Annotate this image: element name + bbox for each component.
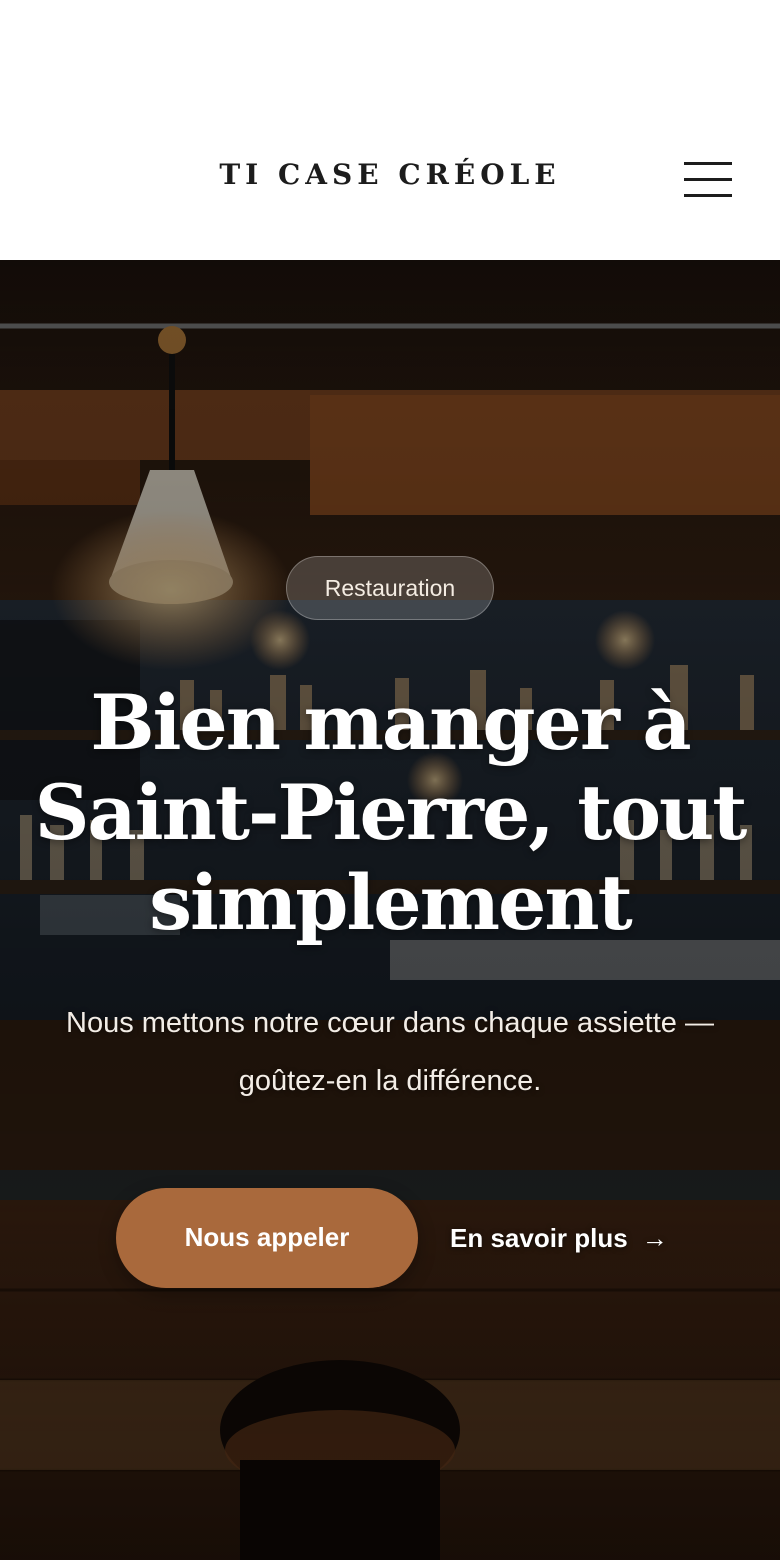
hamburger-menu-icon[interactable]: [680, 160, 734, 200]
menu-bar: [684, 162, 732, 165]
call-button[interactable]: Nous appeler: [116, 1188, 418, 1288]
hero-subtitle: Nous mettons notre cœur dans chaque assi…: [66, 1007, 714, 1097]
hero-section: Restauration Bien manger à Saint-Pierre,…: [0, 260, 780, 1560]
menu-bar: [684, 178, 732, 181]
learn-more-label: En savoir plus: [450, 1223, 628, 1253]
site-header: TI CASE CRÉOLE: [0, 0, 780, 260]
arrow-right-icon: →: [641, 1223, 668, 1253]
learn-more-link[interactable]: En savoir plus →: [450, 1210, 668, 1266]
hero-title: Bien manger à Saint-Pierre, tout simplem…: [34, 678, 748, 947]
menu-bar: [684, 194, 732, 197]
brand-logo[interactable]: TI CASE CRÉOLE: [0, 158, 780, 191]
category-badge: Restauration: [286, 556, 494, 620]
